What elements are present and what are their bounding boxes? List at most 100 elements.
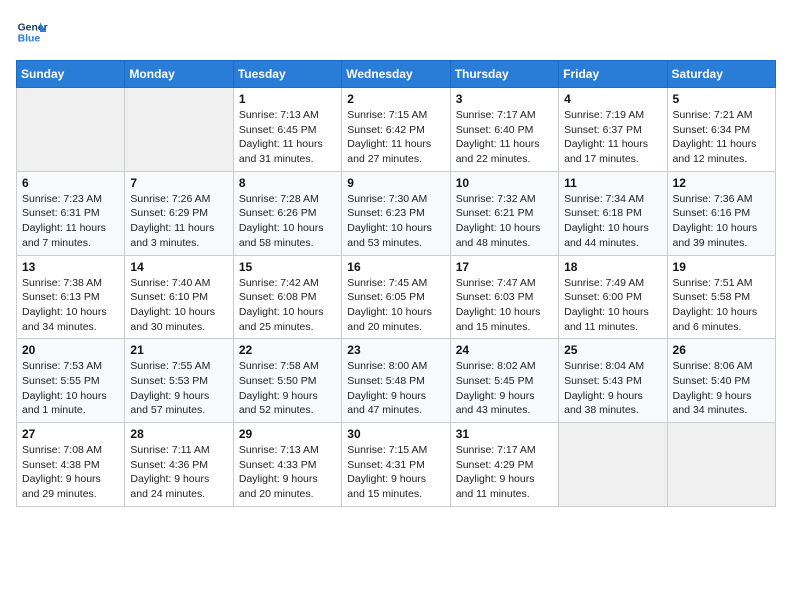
calendar-cell: 18 Sunrise: 7:49 AM Sunset: 6:00 PM Dayli…: [559, 255, 667, 339]
calendar-week-3: 13 Sunrise: 7:38 AM Sunset: 6:13 PM Dayli…: [17, 255, 776, 339]
calendar-cell: 8 Sunrise: 7:28 AM Sunset: 6:26 PM Daylig…: [233, 171, 341, 255]
calendar-cell: 12 Sunrise: 7:36 AM Sunset: 6:16 PM Dayli…: [667, 171, 775, 255]
calendar-cell: 31 Sunrise: 7:17 AM Sunset: 4:29 PM Dayli…: [450, 423, 558, 507]
day-number: 5: [673, 92, 770, 106]
day-info: Sunrise: 7:55 AM Sunset: 5:53 PM Dayligh…: [130, 359, 227, 418]
calendar-header-wednesday: Wednesday: [342, 61, 450, 88]
calendar-header-monday: Monday: [125, 61, 233, 88]
day-number: 25: [564, 343, 661, 357]
calendar-cell: 28 Sunrise: 7:11 AM Sunset: 4:36 PM Dayli…: [125, 423, 233, 507]
day-info: Sunrise: 8:04 AM Sunset: 5:43 PM Dayligh…: [564, 359, 661, 418]
day-info: Sunrise: 7:34 AM Sunset: 6:18 PM Dayligh…: [564, 192, 661, 251]
calendar-cell: 4 Sunrise: 7:19 AM Sunset: 6:37 PM Daylig…: [559, 88, 667, 172]
calendar-header-thursday: Thursday: [450, 61, 558, 88]
day-number: 19: [673, 260, 770, 274]
day-number: 6: [22, 176, 119, 190]
calendar-header-sunday: Sunday: [17, 61, 125, 88]
calendar-week-4: 20Sunrise: 7:53 AM Sunset: 5:55 PM Dayli…: [17, 339, 776, 423]
day-number: 30: [347, 427, 444, 441]
day-info: Sunrise: 7:49 AM Sunset: 6:00 PM Dayligh…: [564, 276, 661, 335]
day-info: Sunrise: 8:00 AM Sunset: 5:48 PM Dayligh…: [347, 359, 444, 418]
day-number: 15: [239, 260, 336, 274]
day-number: 10: [456, 176, 553, 190]
day-info: Sunrise: 7:08 AM Sunset: 4:38 PM Dayligh…: [22, 443, 119, 502]
page-header: General Blue: [16, 16, 776, 48]
calendar-cell: 14 Sunrise: 7:40 AM Sunset: 6:10 PM Dayli…: [125, 255, 233, 339]
day-number: 2: [347, 92, 444, 106]
day-info: Sunrise: 7:11 AM Sunset: 4:36 PM Dayligh…: [130, 443, 227, 502]
calendar-cell: [125, 88, 233, 172]
calendar-cell: 24 Sunrise: 8:02 AM Sunset: 5:45 PM Dayli…: [450, 339, 558, 423]
day-info: Sunrise: 7:38 AM Sunset: 6:13 PM Dayligh…: [22, 276, 119, 335]
day-info: Sunrise: 7:36 AM Sunset: 6:16 PM Dayligh…: [673, 192, 770, 251]
calendar-week-5: 27 Sunrise: 7:08 AM Sunset: 4:38 PM Dayli…: [17, 423, 776, 507]
day-number: 23: [347, 343, 444, 357]
calendar-cell: 25 Sunrise: 8:04 AM Sunset: 5:43 PM Dayli…: [559, 339, 667, 423]
day-info: Sunrise: 7:23 AM Sunset: 6:31 PM Dayligh…: [22, 192, 119, 251]
day-info: Sunrise: 8:02 AM Sunset: 5:45 PM Dayligh…: [456, 359, 553, 418]
day-number: 28: [130, 427, 227, 441]
day-info: Sunrise: 7:58 AM Sunset: 5:50 PM Dayligh…: [239, 359, 336, 418]
day-info: Sunrise: 7:19 AM Sunset: 6:37 PM Dayligh…: [564, 108, 661, 167]
day-info: Sunrise: 7:28 AM Sunset: 6:26 PM Dayligh…: [239, 192, 336, 251]
day-number: 16: [347, 260, 444, 274]
day-number: 31: [456, 427, 553, 441]
calendar-header-friday: Friday: [559, 61, 667, 88]
day-info: Sunrise: 7:17 AM Sunset: 4:29 PM Dayligh…: [456, 443, 553, 502]
day-info: Sunrise: 7:13 AM Sunset: 6:45 PM Dayligh…: [239, 108, 336, 167]
calendar-cell: 21 Sunrise: 7:55 AM Sunset: 5:53 PM Dayli…: [125, 339, 233, 423]
calendar-cell: [667, 423, 775, 507]
calendar-cell: [559, 423, 667, 507]
calendar-cell: 26 Sunrise: 8:06 AM Sunset: 5:40 PM Dayli…: [667, 339, 775, 423]
calendar-cell: 19 Sunrise: 7:51 AM Sunset: 5:58 PM Dayli…: [667, 255, 775, 339]
day-info: Sunrise: 7:47 AM Sunset: 6:03 PM Dayligh…: [456, 276, 553, 335]
calendar-week-1: 1 Sunrise: 7:13 AM Sunset: 6:45 PM Daylig…: [17, 88, 776, 172]
day-info: Sunrise: 7:53 AM Sunset: 5:55 PM Dayligh…: [22, 359, 119, 418]
day-info: Sunrise: 7:45 AM Sunset: 6:05 PM Dayligh…: [347, 276, 444, 335]
calendar-cell: 7Sunrise: 7:26 AM Sunset: 6:29 PM Daylig…: [125, 171, 233, 255]
calendar-cell: 29Sunrise: 7:13 AM Sunset: 4:33 PM Dayli…: [233, 423, 341, 507]
day-info: Sunrise: 7:21 AM Sunset: 6:34 PM Dayligh…: [673, 108, 770, 167]
day-number: 7: [130, 176, 227, 190]
day-number: 12: [673, 176, 770, 190]
calendar-cell: 2 Sunrise: 7:15 AM Sunset: 6:42 PM Daylig…: [342, 88, 450, 172]
day-info: Sunrise: 7:40 AM Sunset: 6:10 PM Dayligh…: [130, 276, 227, 335]
day-number: 9: [347, 176, 444, 190]
calendar-cell: 17 Sunrise: 7:47 AM Sunset: 6:03 PM Dayli…: [450, 255, 558, 339]
day-number: 3: [456, 92, 553, 106]
logo-icon: General Blue: [16, 16, 48, 48]
calendar-header-saturday: Saturday: [667, 61, 775, 88]
calendar-cell: 22Sunrise: 7:58 AM Sunset: 5:50 PM Dayli…: [233, 339, 341, 423]
day-number: 21: [130, 343, 227, 357]
calendar-header-row: SundayMondayTuesdayWednesdayThursdayFrid…: [17, 61, 776, 88]
calendar-cell: 1 Sunrise: 7:13 AM Sunset: 6:45 PM Daylig…: [233, 88, 341, 172]
day-number: 13: [22, 260, 119, 274]
day-number: 24: [456, 343, 553, 357]
day-info: Sunrise: 7:51 AM Sunset: 5:58 PM Dayligh…: [673, 276, 770, 335]
calendar-cell: 23 Sunrise: 8:00 AM Sunset: 5:48 PM Dayli…: [342, 339, 450, 423]
day-number: 29: [239, 427, 336, 441]
svg-text:Blue: Blue: [18, 34, 41, 45]
day-number: 11: [564, 176, 661, 190]
day-info: Sunrise: 8:06 AM Sunset: 5:40 PM Dayligh…: [673, 359, 770, 418]
calendar-cell: 30 Sunrise: 7:15 AM Sunset: 4:31 PM Dayli…: [342, 423, 450, 507]
day-number: 18: [564, 260, 661, 274]
day-number: 8: [239, 176, 336, 190]
calendar-header-tuesday: Tuesday: [233, 61, 341, 88]
day-info: Sunrise: 7:15 AM Sunset: 6:42 PM Dayligh…: [347, 108, 444, 167]
day-number: 1: [239, 92, 336, 106]
calendar-cell: 5 Sunrise: 7:21 AM Sunset: 6:34 PM Daylig…: [667, 88, 775, 172]
calendar-cell: 3Sunrise: 7:17 AM Sunset: 6:40 PM Daylig…: [450, 88, 558, 172]
calendar-cell: 9Sunrise: 7:30 AM Sunset: 6:23 PM Daylig…: [342, 171, 450, 255]
calendar-week-2: 6 Sunrise: 7:23 AM Sunset: 6:31 PM Daylig…: [17, 171, 776, 255]
day-info: Sunrise: 7:15 AM Sunset: 4:31 PM Dayligh…: [347, 443, 444, 502]
day-number: 26: [673, 343, 770, 357]
calendar-cell: [17, 88, 125, 172]
day-number: 4: [564, 92, 661, 106]
day-number: 14: [130, 260, 227, 274]
calendar-cell: 16 Sunrise: 7:45 AM Sunset: 6:05 PM Dayli…: [342, 255, 450, 339]
day-number: 17: [456, 260, 553, 274]
day-number: 27: [22, 427, 119, 441]
logo: General Blue: [16, 16, 48, 48]
calendar-cell: 10Sunrise: 7:32 AM Sunset: 6:21 PM Dayli…: [450, 171, 558, 255]
